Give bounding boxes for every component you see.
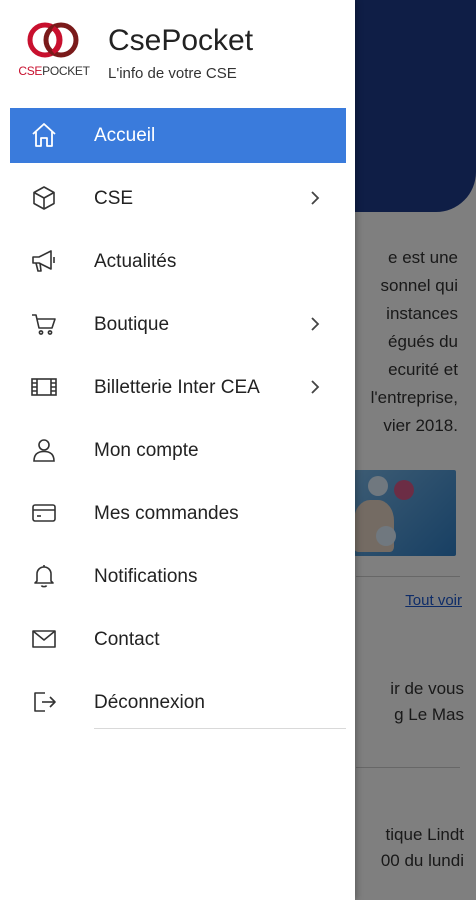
- menu-item-actualites[interactable]: Actualités: [10, 234, 346, 289]
- drawer-menu: Accueil CSE Actualités Boutique Billette…: [10, 108, 346, 738]
- menu-item-label: Boutique: [94, 313, 170, 335]
- bell-icon: [30, 562, 58, 590]
- user-icon: [30, 436, 58, 464]
- menu-item-mon-compte[interactable]: Mon compte: [10, 423, 346, 478]
- logo-wordmark: CSEPOCKET: [18, 64, 90, 78]
- menu-item-deconnexion[interactable]: Déconnexion: [10, 675, 346, 730]
- menu-item-cse[interactable]: CSE: [10, 171, 346, 226]
- credit-card-icon: [30, 499, 58, 527]
- menu-item-contact[interactable]: Contact: [10, 612, 346, 667]
- navigation-drawer: CSEPOCKET CsePocket L'info de votre CSE …: [0, 0, 355, 900]
- menu-item-mes-commandes[interactable]: Mes commandes: [10, 486, 346, 541]
- menu-item-label: Mon compte: [94, 439, 199, 461]
- envelope-icon: [30, 625, 58, 653]
- cube-icon: [30, 184, 58, 212]
- logout-icon: [30, 688, 58, 716]
- menu-item-billetterie[interactable]: Billetterie Inter CEA: [10, 360, 346, 415]
- menu-item-label: Notifications: [94, 565, 198, 587]
- app-name: CsePocket: [108, 24, 254, 57]
- home-icon: [30, 121, 58, 149]
- menu-item-label: Déconnexion: [94, 691, 205, 713]
- app-logo: CSEPOCKET: [12, 20, 94, 84]
- menu-item-label: CSE: [94, 187, 134, 209]
- logo-rings-icon: [27, 22, 79, 58]
- menu-item-notifications[interactable]: Notifications: [10, 549, 346, 604]
- cart-icon: [30, 310, 58, 338]
- menu-item-label: Billetterie Inter CEA: [94, 376, 260, 398]
- megaphone-icon: [30, 247, 58, 275]
- menu-divider: [94, 728, 346, 729]
- chevron-right-icon: [306, 315, 324, 333]
- menu-item-label: Actualités: [94, 250, 177, 272]
- menu-item-label: Contact: [94, 628, 160, 650]
- app-tagline: L'info de votre CSE: [108, 65, 237, 82]
- chevron-right-icon: [306, 189, 324, 207]
- drawer-header: CSEPOCKET CsePocket L'info de votre CSE: [10, 20, 350, 90]
- menu-item-label: Mes commandes: [94, 502, 239, 524]
- menu-item-label: Accueil: [94, 124, 156, 146]
- chevron-right-icon: [306, 378, 324, 396]
- film-icon: [30, 373, 58, 401]
- menu-item-accueil[interactable]: Accueil: [10, 108, 346, 163]
- menu-item-boutique[interactable]: Boutique: [10, 297, 346, 352]
